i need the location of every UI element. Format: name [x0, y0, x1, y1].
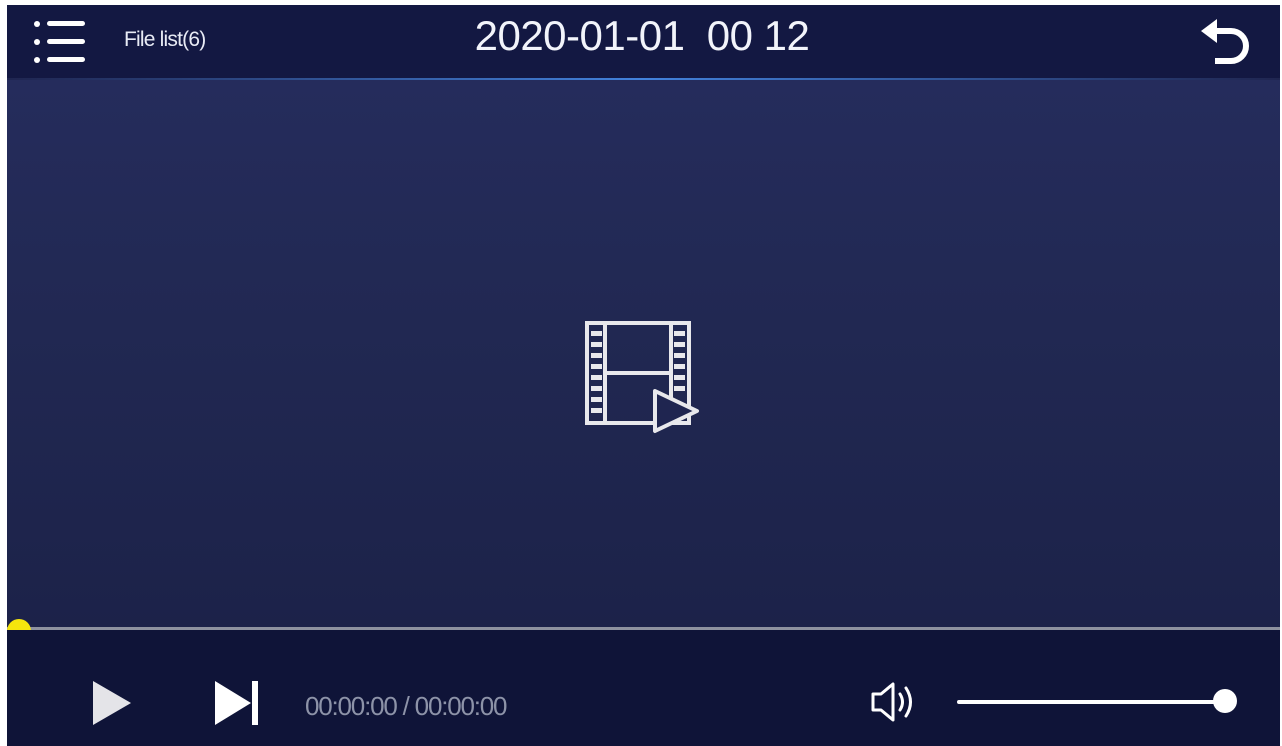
top-bar: File list(6) 2020-01-01 00 12 — [7, 5, 1280, 78]
video-player-window: File list(6) 2020-01-01 00 12 00:00:00 /… — [7, 5, 1280, 746]
return-arrow-icon — [1201, 19, 1249, 64]
video-display[interactable] — [7, 80, 1280, 628]
play-icon — [93, 681, 131, 725]
play-button[interactable] — [87, 679, 135, 727]
recording-datetime: 2020-01-01 00 12 — [474, 12, 810, 59]
volume-button[interactable] — [867, 681, 923, 723]
playback-time: 00:00:00 / 00:00:00 — [305, 691, 507, 721]
control-bar: 00:00:00 / 00:00:00 — [7, 630, 1280, 746]
file-list-label[interactable]: File list(6) — [124, 28, 206, 52]
speaker-volume-icon — [871, 682, 912, 722]
film-play-icon — [585, 321, 699, 433]
list-menu-icon — [34, 21, 85, 63]
volume-slider-track[interactable] — [957, 700, 1227, 704]
file-list-menu-button[interactable] — [31, 17, 87, 67]
next-file-button[interactable] — [207, 679, 265, 727]
volume-slider-thumb[interactable] — [1213, 689, 1237, 713]
skip-next-icon — [215, 681, 258, 725]
back-button[interactable] — [1193, 15, 1255, 71]
